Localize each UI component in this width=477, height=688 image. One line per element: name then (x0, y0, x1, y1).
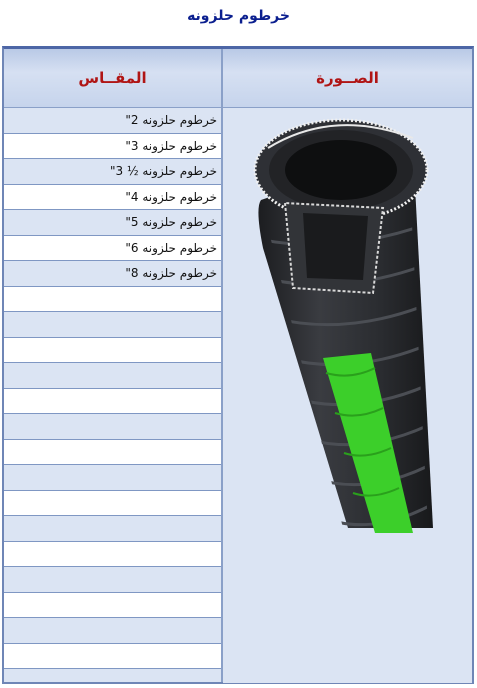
table-row: خرطوم حلزونه 2" (4, 108, 221, 134)
table-row (4, 312, 221, 338)
table-row (4, 541, 221, 567)
table-row: خرطوم حلزونه 3" (4, 133, 221, 159)
page-title: خرطوم حلزونه (187, 8, 290, 24)
table-row (4, 465, 221, 491)
image-cell (223, 108, 472, 683)
table-row (4, 363, 221, 389)
table-row: خرطوم حلزونه 8" (4, 261, 221, 287)
header-size: المقــاس (4, 49, 221, 107)
table-row: خرطوم حلزونه 6" (4, 235, 221, 261)
table-row (4, 567, 221, 593)
table-row (4, 643, 221, 669)
table-row: خرطوم حلزونه ½ 3" (4, 159, 221, 185)
table-row (4, 388, 221, 414)
table-row (4, 414, 221, 440)
table-row (4, 490, 221, 516)
table-row (4, 516, 221, 542)
size-rows: خرطوم حلزونه 2" خرطوم حلزونه 3" خرطوم حل… (4, 108, 221, 669)
table-row: خرطوم حلزونه 5" (4, 210, 221, 236)
product-table: المقــاس الصــورة خرطوم حلزونه 2" خرطوم … (2, 46, 474, 684)
table-row (4, 618, 221, 644)
table-row: خرطوم حلزونه 4" (4, 184, 221, 210)
table-row (4, 286, 221, 312)
spiral-hose-image (253, 118, 433, 533)
table-row (4, 592, 221, 618)
table-row (4, 337, 221, 363)
header-image: الصــورة (223, 49, 472, 107)
table-row (4, 439, 221, 465)
